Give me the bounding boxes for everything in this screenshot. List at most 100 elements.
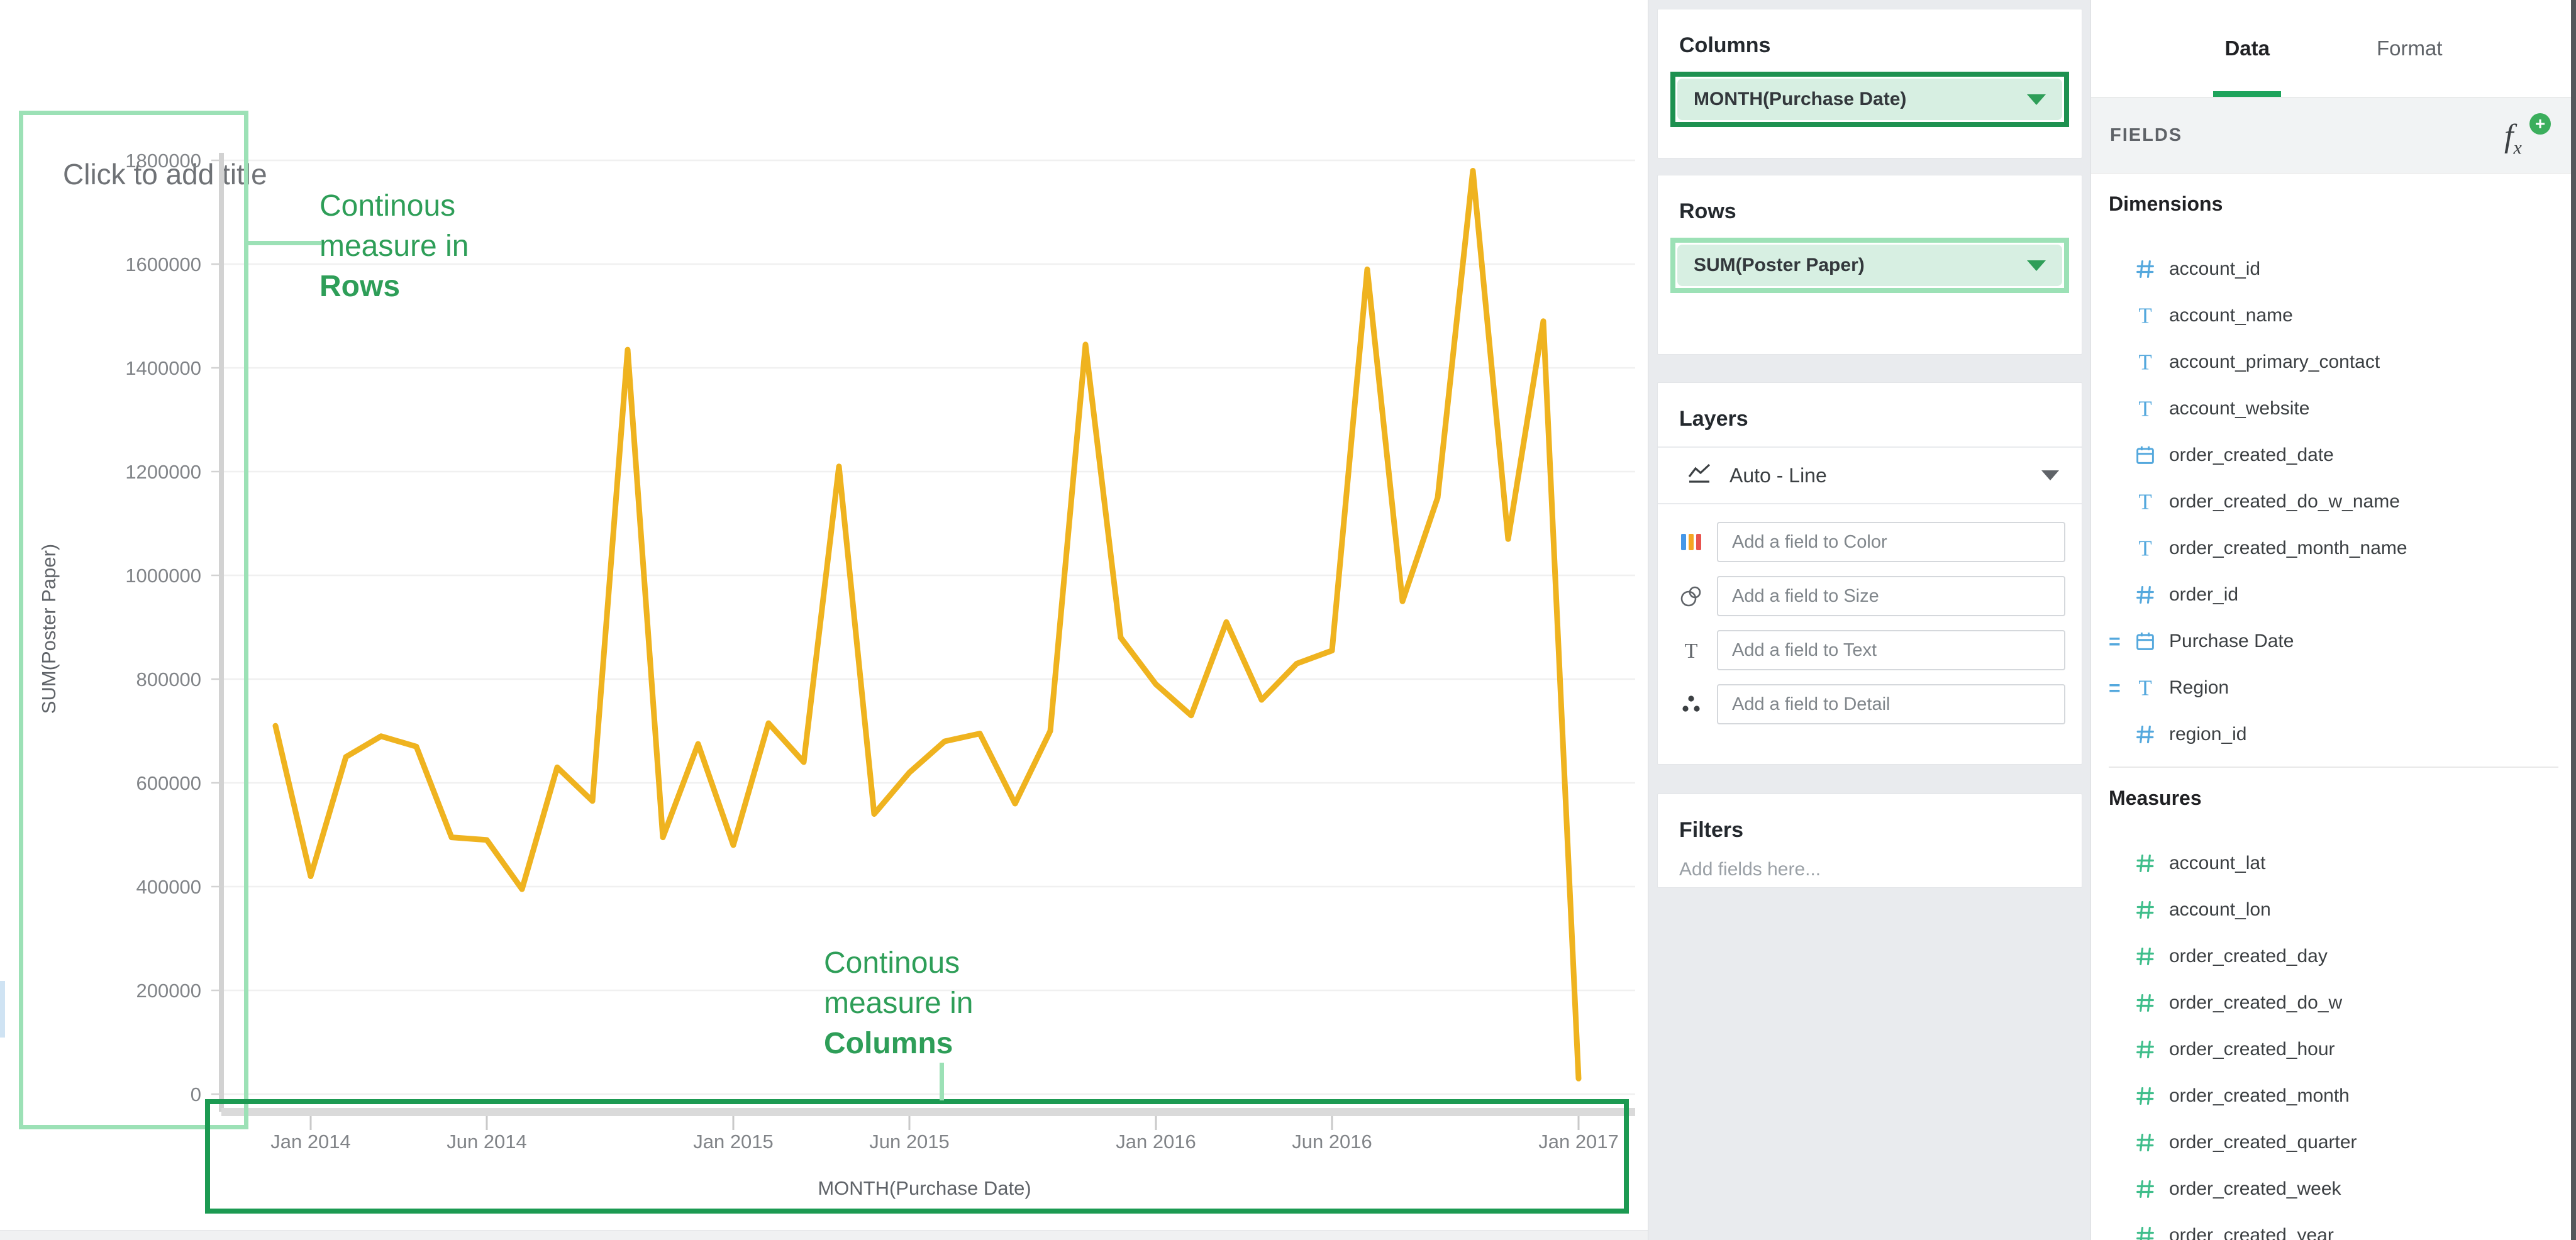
field-item[interactable]: order_created_date — [2109, 432, 2576, 479]
worksheet-canvas: Click to add title 020000040000060000080… — [0, 0, 1648, 1240]
field-label: account_primary_contact — [2169, 352, 2380, 373]
field-item[interactable]: account_lon — [2109, 887, 2576, 933]
chevron-down-icon[interactable] — [2027, 94, 2046, 105]
field-drop-zone[interactable]: Add a field to Color — [1717, 522, 2065, 562]
field-item[interactable]: Taccount_primary_contact — [2109, 339, 2576, 385]
filters-drop-zone[interactable]: Add fields here... — [1658, 843, 2082, 880]
chevron-down-icon[interactable] — [2027, 260, 2046, 271]
columns-pill[interactable]: MONTH(Purchase Date) — [1677, 79, 2062, 120]
text-icon: T — [2134, 537, 2169, 560]
number-icon — [2134, 945, 2169, 968]
field-item[interactable]: region_id — [2109, 711, 2576, 758]
number-icon — [2134, 723, 2169, 746]
number-icon — [2134, 1224, 2169, 1240]
text-icon: T — [2134, 304, 2169, 327]
field-item[interactable]: order_id — [2109, 572, 2576, 618]
fields-section-header-measures: Measures — [2109, 787, 2576, 810]
field-item[interactable]: order_created_year — [2109, 1212, 2576, 1240]
layer-slot-row: T Add a field to Text — [1677, 630, 2065, 670]
layers-label: Layers — [1658, 383, 2082, 431]
field-item[interactable]: order_created_week — [2109, 1166, 2576, 1212]
text-icon: T — [2134, 677, 2169, 699]
field-label: order_id — [2169, 584, 2238, 606]
svg-text:T: T — [2138, 677, 2151, 699]
chevron-down-icon — [2041, 470, 2059, 480]
field-label: order_created_do_w — [2169, 992, 2342, 1014]
tab-format[interactable]: Format — [2377, 0, 2443, 97]
panel-tabs: Data Format — [2091, 0, 2576, 97]
svg-text:T: T — [1685, 639, 1698, 662]
calendar-icon — [2134, 444, 2169, 467]
drop-zone-placeholder: Add a field to Size — [1732, 586, 1879, 607]
svg-text:T: T — [2138, 304, 2151, 327]
drop-zone-placeholder: Add a field to Detail — [1732, 694, 1890, 715]
field-item[interactable]: order_created_do_w — [2109, 980, 2576, 1026]
rows-annotation-connector — [248, 241, 321, 245]
field-label: order_created_month_name — [2169, 538, 2407, 559]
calendar-icon — [2134, 630, 2169, 653]
field-label: account_name — [2169, 305, 2293, 326]
field-label: region_id — [2169, 724, 2246, 745]
rows-pill[interactable]: SUM(Poster Paper) — [1677, 245, 2062, 286]
field-item[interactable]: account_lat — [2109, 840, 2576, 887]
mark-type-dropdown[interactable]: Auto - Line — [1658, 446, 2082, 504]
text-icon: T — [2134, 351, 2169, 374]
layer-slot-row: Add a field to Detail — [1677, 684, 2065, 724]
field-item[interactable]: order_created_day — [2109, 933, 2576, 980]
rows-shelf: Rows SUM(Poster Paper) — [1657, 175, 2082, 355]
field-item[interactable]: account_id — [2109, 246, 2576, 292]
rows-axis-highlight-box — [19, 111, 248, 1129]
field-drop-zone[interactable]: Add a field to Text — [1717, 630, 2065, 670]
field-label: Region — [2169, 677, 2229, 699]
drop-zone-placeholder: Add a field to Color — [1732, 532, 1887, 553]
field-item[interactable]: Torder_created_do_w_name — [2109, 479, 2576, 525]
field-item[interactable]: Taccount_name — [2109, 292, 2576, 339]
text-icon: T — [2134, 490, 2169, 513]
columns-pill-highlight-box: MONTH(Purchase Date) — [1670, 72, 2069, 127]
text-icon: T — [2134, 397, 2169, 420]
field-item[interactable]: Taccount_website — [2109, 385, 2576, 432]
columns-pill-label: MONTH(Purchase Date) — [1694, 89, 1906, 110]
line-mark-icon — [1685, 462, 1713, 490]
field-label: order_created_year — [2169, 1225, 2334, 1240]
number-icon — [2134, 1038, 2169, 1061]
fields-header-bar: FIELDS fx + — [2091, 97, 2576, 174]
columns-annotation-line1: Continous — [824, 943, 973, 983]
field-item[interactable]: order_created_month — [2109, 1073, 2576, 1119]
tab-data[interactable]: Data — [2224, 0, 2270, 97]
field-label: order_created_date — [2169, 445, 2334, 466]
svg-text:T: T — [2138, 490, 2151, 513]
svg-text:T: T — [2138, 537, 2151, 560]
number-icon — [2134, 1085, 2169, 1107]
columns-annotation: Continous measure in Columns — [824, 943, 973, 1064]
layer-slot-row: Add a field to Size — [1677, 576, 2065, 616]
columns-shelf-label: Columns — [1658, 9, 2082, 58]
fx-icon: fx — [2504, 120, 2522, 157]
fields-header-label: FIELDS — [2110, 125, 2182, 146]
field-item[interactable]: Torder_created_month_name — [2109, 525, 2576, 572]
number-icon — [2134, 852, 2169, 875]
rows-pill-highlight-box: SUM(Poster Paper) — [1670, 238, 2069, 293]
field-label: order_created_do_w_name — [2169, 491, 2400, 512]
field-item[interactable]: order_created_quarter — [2109, 1119, 2576, 1166]
field-drop-zone[interactable]: Add a field to Size — [1717, 576, 2065, 616]
field-drop-zone[interactable]: Add a field to Detail — [1717, 684, 2065, 724]
columns-annotation-line3: Columns — [824, 1024, 973, 1064]
field-label: account_website — [2169, 398, 2309, 419]
shelf-panel: Columns MONTH(Purchase Date) Rows SUM(Po… — [1648, 0, 2090, 1240]
field-label: order_created_month — [2169, 1085, 2350, 1107]
field-label: order_created_hour — [2169, 1039, 2335, 1060]
fields-section-header-dimensions: Dimensions — [2109, 192, 2576, 216]
field-item[interactable]: =TRegion — [2109, 665, 2576, 711]
rows-shelf-label: Rows — [1658, 175, 2082, 224]
calculated-equals-icon: = — [2109, 630, 2134, 653]
size-circles-icon — [1677, 584, 1706, 608]
number-icon — [2134, 1131, 2169, 1154]
window-right-edge — [2571, 0, 2576, 1240]
add-calculated-field-button[interactable]: fx + — [2504, 113, 2551, 157]
fields-panel: Data Format FIELDS fx + Dimensions accoun… — [2090, 0, 2576, 1240]
text-t-icon: T — [1677, 638, 1706, 662]
field-item[interactable]: order_created_hour — [2109, 1026, 2576, 1073]
field-item[interactable]: =Purchase Date — [2109, 618, 2576, 665]
field-label: order_created_quarter — [2169, 1132, 2357, 1153]
